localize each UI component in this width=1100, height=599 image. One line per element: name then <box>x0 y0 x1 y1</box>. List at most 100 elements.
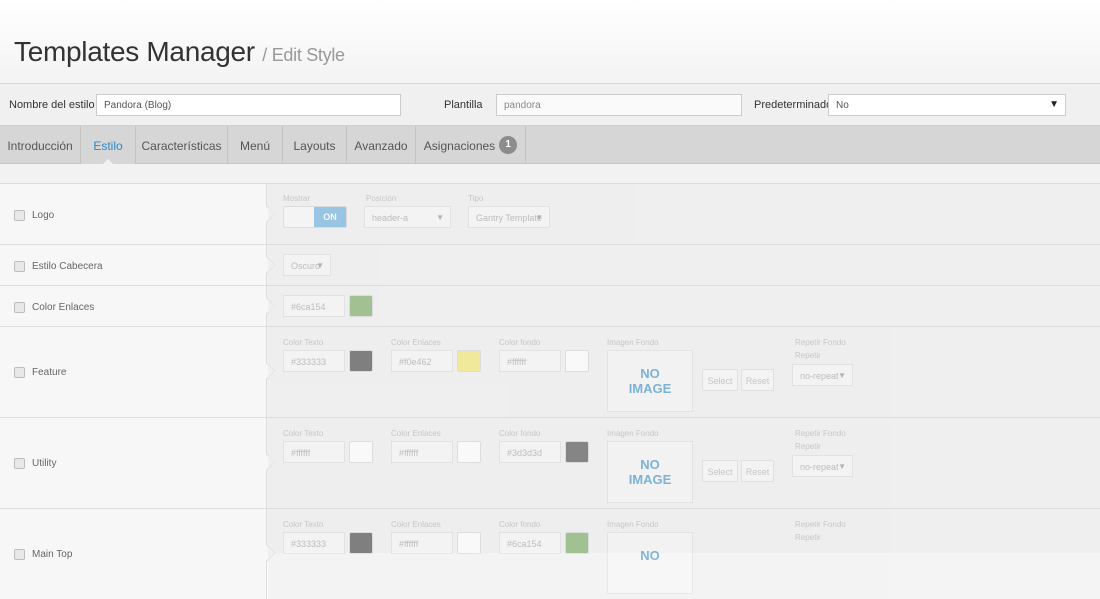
text-color-caption: Color Texto <box>283 429 324 438</box>
page-header: Templates Manager / Edit Style <box>0 0 1100 84</box>
repeat-subcaption: Repetir <box>795 442 821 451</box>
link-color-checkbox[interactable] <box>14 302 25 313</box>
row-header-style-settings: Oscuro ▼ <box>268 245 1100 285</box>
link-color-swatch[interactable] <box>457 350 481 372</box>
chevron-down-icon: ▼ <box>316 261 324 270</box>
text-color-swatch[interactable] <box>349 441 373 463</box>
bg-image-caption: Imagen Fondo <box>607 429 659 438</box>
show-caption: Mostrar <box>283 194 311 203</box>
repeat-caption: Repetir Fondo <box>795 429 846 438</box>
text-color-caption: Color Texto <box>283 338 324 347</box>
type-caption: Tipo <box>468 194 484 203</box>
select-image-button[interactable]: Select <box>702 460 738 482</box>
tab-asignaciones[interactable]: Asignaciones 1 <box>416 126 526 164</box>
row-feature: Feature Color Texto #333333 Color Enlace… <box>0 326 1100 417</box>
no-image-text-1: NO <box>640 548 660 563</box>
link-color-input[interactable]: #f0e462 <box>391 350 453 372</box>
style-form-row: Nombre del estilo * Pandora (Blog) Plant… <box>0 84 1100 126</box>
tab-estilo[interactable]: Estilo <box>81 126 136 165</box>
link-color-input[interactable]: #ffffff <box>391 532 453 554</box>
utility-name: Utility <box>32 458 57 469</box>
link-color-input[interactable]: #ffffff <box>391 441 453 463</box>
tab-avanzado[interactable]: Avanzado <box>347 126 416 164</box>
header-style-select[interactable]: Oscuro ▼ <box>283 254 331 276</box>
toggle-on-label: ON <box>314 207 346 227</box>
bg-image-caption: Imagen Fondo <box>607 338 659 347</box>
row-feature-label-cell: Feature <box>0 327 276 417</box>
tab-menu[interactable]: Menú <box>228 126 283 164</box>
assignments-count-badge: 1 <box>499 136 518 155</box>
feature-checkbox[interactable] <box>14 367 25 378</box>
text-color-input[interactable]: #333333 <box>283 532 345 554</box>
chevron-down-icon: ▼ <box>436 213 444 222</box>
link-color-input[interactable]: #6ca154 <box>283 295 345 317</box>
style-panel: Logo Mostrar ON Posición header-a ▼ Tipo … <box>0 164 1100 599</box>
position-value: header-a <box>372 213 409 223</box>
type-select[interactable]: Gantry Template ▼ <box>468 206 550 228</box>
default-select-value: No <box>836 100 849 111</box>
type-value: Gantry Template <box>476 213 542 223</box>
tab-introduccion[interactable]: Introducción <box>0 126 81 164</box>
bg-image-placeholder: NO IMAGE <box>607 350 693 412</box>
template-label: Plantilla <box>444 99 483 111</box>
row-feature-settings: Color Texto #333333 Color Enlaces #f0e46… <box>268 327 1100 417</box>
no-image-text-1: NO <box>640 366 660 381</box>
row-link-color-label-cell: Color Enlaces <box>0 286 276 326</box>
bg-color-input[interactable]: #3d3d3d <box>499 441 561 463</box>
style-name-input[interactable]: Pandora (Blog) <box>96 94 401 116</box>
style-name-label: Nombre del estilo * <box>9 99 102 111</box>
row-logo-settings: Mostrar ON Posición header-a ▼ Tipo Gantr… <box>268 184 1100 244</box>
main-top-checkbox[interactable] <box>14 549 25 560</box>
bg-color-swatch[interactable] <box>565 532 589 554</box>
reset-image-button[interactable]: Reset <box>741 460 774 482</box>
default-label: Predeterminado <box>754 99 833 111</box>
page-title: Templates Manager / Edit Style <box>14 36 345 68</box>
link-color-caption: Color Enlaces <box>391 429 441 438</box>
tab-layouts[interactable]: Layouts <box>283 126 347 164</box>
default-select[interactable]: No ▼ <box>828 94 1066 116</box>
link-color-caption: Color Enlaces <box>391 520 441 529</box>
bg-image-caption: Imagen Fondo <box>607 520 659 529</box>
tab-bar: Introducción Estilo Características Menú… <box>0 126 1100 165</box>
link-color-swatch[interactable] <box>349 295 373 317</box>
text-color-caption: Color Texto <box>283 520 324 529</box>
repeat-value: no-repeat <box>800 371 839 381</box>
link-color-swatch[interactable] <box>457 532 481 554</box>
text-color-swatch[interactable] <box>349 350 373 372</box>
reset-image-button[interactable]: Reset <box>741 369 774 391</box>
show-toggle[interactable]: ON <box>283 206 347 228</box>
link-color-caption: Color Enlaces <box>391 338 441 347</box>
bg-color-swatch[interactable] <box>565 350 589 372</box>
link-color-swatch[interactable] <box>457 441 481 463</box>
bg-color-caption: Color fondo <box>499 338 541 347</box>
logo-checkbox[interactable] <box>14 210 25 221</box>
select-image-button[interactable]: Select <box>702 369 738 391</box>
main-top-name: Main Top <box>32 549 73 560</box>
text-color-swatch[interactable] <box>349 532 373 554</box>
text-color-input[interactable]: #ffffff <box>283 441 345 463</box>
bg-color-input[interactable]: #ffffff <box>499 350 561 372</box>
utility-checkbox[interactable] <box>14 458 25 469</box>
row-header-style-label-cell: Estilo Cabecera <box>0 245 276 285</box>
row-logo-label-cell: Logo <box>0 184 276 244</box>
repeat-subcaption: Repetir <box>795 351 821 360</box>
bg-color-swatch[interactable] <box>565 441 589 463</box>
chevron-down-icon: ▼ <box>838 462 846 471</box>
text-color-input[interactable]: #333333 <box>283 350 345 372</box>
repeat-select[interactable]: no-repeat ▼ <box>792 455 853 477</box>
position-caption: Posición <box>366 194 397 203</box>
tab-caracteristicas[interactable]: Características <box>136 126 228 164</box>
header-style-checkbox[interactable] <box>14 261 25 272</box>
row-main-top-settings: Color Texto #333333 Color Enlaces #fffff… <box>268 509 1100 599</box>
repeat-select[interactable]: no-repeat ▼ <box>792 364 853 386</box>
row-utility: Utility Color Texto #ffffff Color Enlace… <box>0 417 1100 508</box>
bg-color-input[interactable]: #6ca154 <box>499 532 561 554</box>
chevron-down-icon: ▼ <box>1049 99 1059 110</box>
no-image-text-1: NO <box>640 457 660 472</box>
position-select[interactable]: header-a ▼ <box>364 206 451 228</box>
logo-name: Logo <box>32 210 55 221</box>
row-utility-label-cell: Utility <box>0 418 276 508</box>
chevron-down-icon: ▼ <box>838 371 846 380</box>
no-image-text-2: IMAGE <box>628 472 672 487</box>
row-logo: Logo Mostrar ON Posición header-a ▼ Tipo … <box>0 183 1100 244</box>
